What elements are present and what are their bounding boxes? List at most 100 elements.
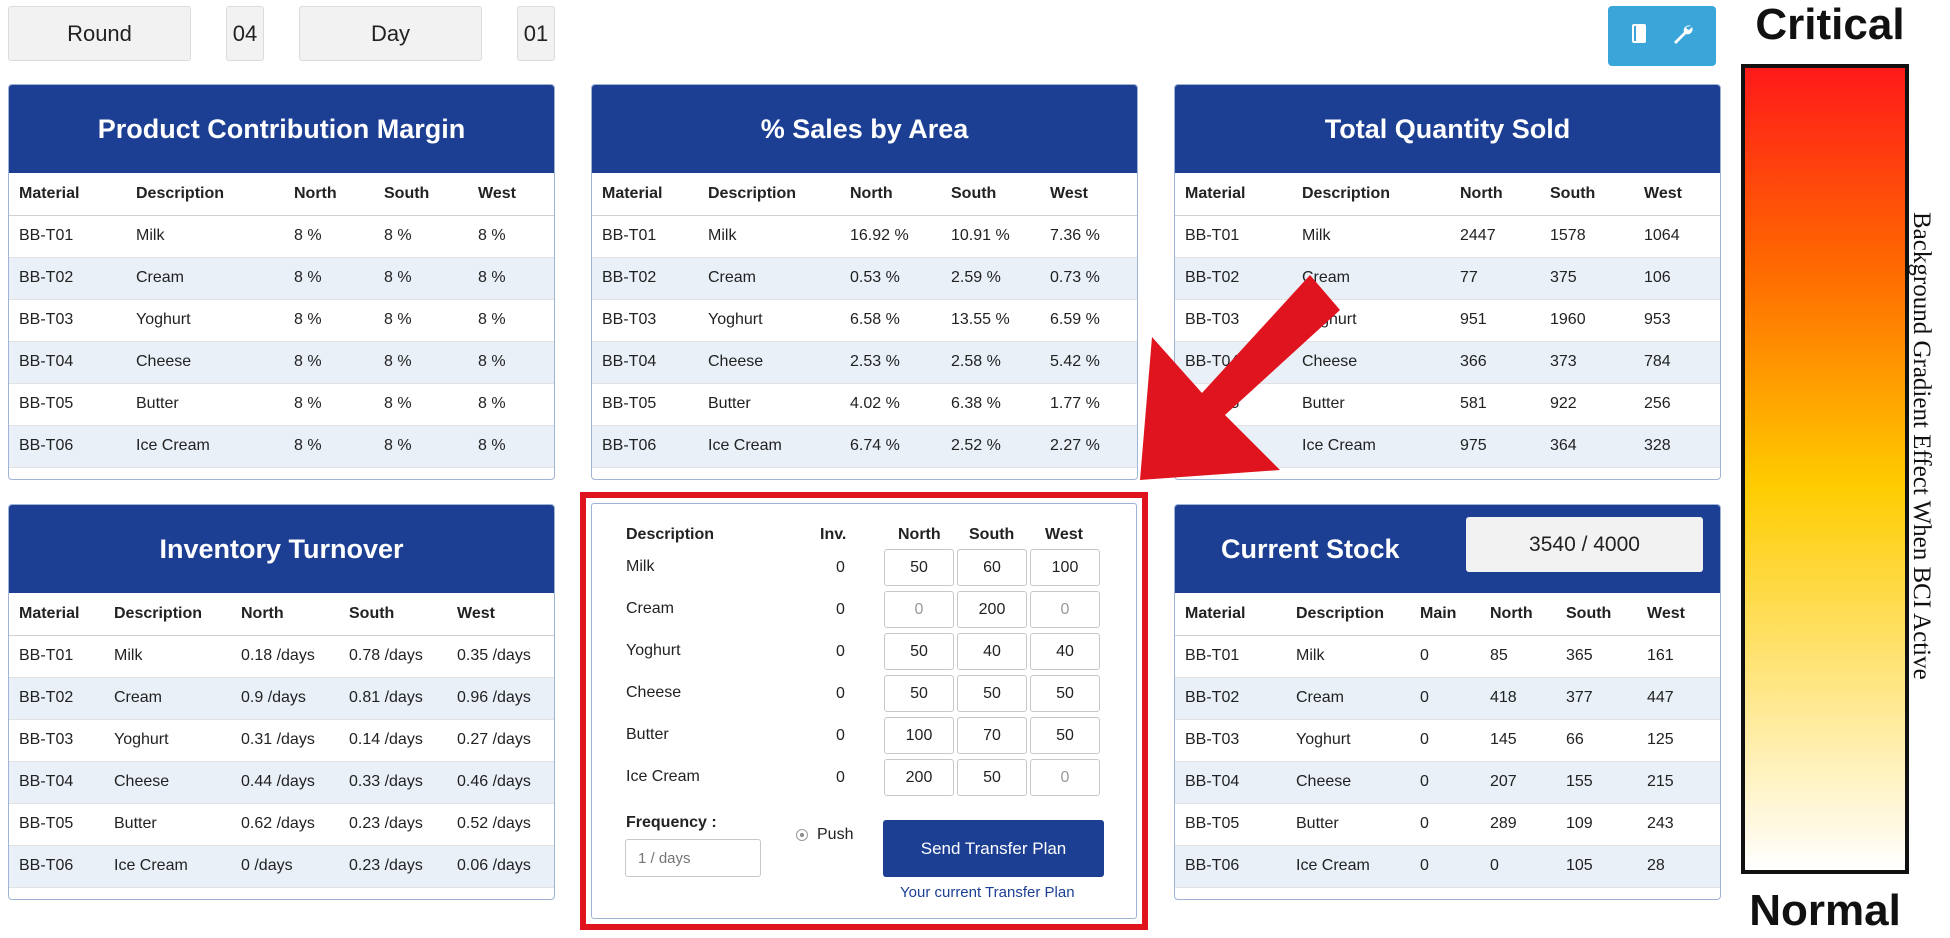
cell: 8 % [468,215,554,258]
current-stock-panel: Current Stock 3540 / 4000 Material Descr… [1174,504,1721,900]
col-header: Description [698,173,840,216]
cell: 109 [1556,803,1637,846]
cell: Yoghurt [1286,719,1410,762]
cell: 0.27 /days [447,719,554,762]
cell: BB-T03 [9,299,126,342]
cell: 6.59 % [1040,299,1137,342]
col-header: West [1637,593,1720,636]
cell: 66 [1556,719,1637,762]
cell: 77 [1450,257,1540,300]
transfer-input-north[interactable]: 200 [884,759,954,796]
col-header: Material [592,173,698,216]
cell: Ice Cream [1286,845,1410,888]
cell: Ice Cream [126,425,284,468]
cell: 155 [1556,761,1637,804]
cell: BB-T02 [9,257,126,300]
push-radio[interactable] [796,829,808,841]
table-row: BB-T02 Cream 0 418 377 447 [1175,677,1720,720]
transfer-input-south[interactable]: 60 [957,549,1027,586]
cell: 8 % [284,215,374,258]
transfer-item-inv: 0 [836,685,845,702]
cell: 0.52 /days [447,803,554,846]
cell: 0.62 /days [231,803,339,846]
frequency-input[interactable] [625,839,761,877]
transfer-input-west[interactable]: 40 [1030,633,1100,670]
col-header: South [1540,173,1634,216]
cell: 28 [1637,845,1720,888]
cell: BB-T02 [9,677,104,720]
transfer-item-name: Butter [626,726,669,743]
col-header: South [1556,593,1637,636]
normal-label: Normal [1749,886,1901,935]
cell: Milk [126,215,284,258]
cell: 145 [1480,719,1556,762]
day-value: 01 [517,6,555,61]
current-transfer-plan-link[interactable]: Your current Transfer Plan [900,884,1075,901]
col-header: North [284,173,374,216]
cell: 0.35 /days [447,635,554,678]
cell: Yoghurt [126,299,284,342]
col-header: Material [9,173,126,216]
col-header: South [339,593,447,636]
red-arrow-icon [1140,275,1340,480]
cell: 2.59 % [941,257,1040,300]
transfer-input-south[interactable]: 200 [957,591,1027,628]
wrench-icon[interactable] [1671,22,1695,51]
cell: 256 [1634,383,1720,426]
transfer-input-west[interactable]: 100 [1030,549,1100,586]
cell: BB-T05 [1175,803,1286,846]
table-row: BB-T05 Butter 4.02 % 6.38 % 1.77 % [592,383,1137,426]
transfer-input-west[interactable]: 0 [1030,591,1100,628]
gradient-caption: Background Gradient Effect When BCI Acti… [1908,212,1935,680]
transfer-item-name: Yoghurt [626,642,681,659]
transfer-input-south[interactable]: 40 [957,633,1027,670]
cell: 0 [1480,845,1556,888]
cell: BB-T01 [1175,215,1292,258]
cell: 8 % [284,299,374,342]
tools-button-group[interactable] [1608,6,1716,66]
cell: BB-T02 [592,257,698,300]
col-header-west: West [1045,526,1083,543]
cell: 243 [1637,803,1720,846]
transfer-input-north[interactable]: 0 [884,591,954,628]
cell: 105 [1556,845,1637,888]
transfer-input-west[interactable]: 50 [1030,717,1100,754]
cell: 375 [1540,257,1634,300]
cell: 581 [1450,383,1540,426]
transfer-input-south[interactable]: 50 [957,675,1027,712]
transfer-input-south[interactable]: 50 [957,759,1027,796]
table-row: BB-T06 Ice Cream 0 /days 0.23 /days 0.06 /da… [9,845,554,888]
col-header-description: Description [626,526,715,543]
cell: 0.06 /days [447,845,554,888]
send-transfer-plan-button[interactable]: Send Transfer Plan [883,820,1104,877]
cell: BB-T03 [1175,719,1286,762]
turnover-table: Material Description North South West BB… [9,593,554,888]
cell: 8 % [284,383,374,426]
cell: 0.14 /days [339,719,447,762]
transfer-input-north[interactable]: 100 [884,717,954,754]
transfer-input-north[interactable]: 50 [884,549,954,586]
cell: BB-T06 [9,845,104,888]
cell: 8 % [468,341,554,384]
col-header: West [1040,173,1137,216]
cell: Cream [126,257,284,300]
table-row: BB-T06 Ice Cream 0 0 105 28 [1175,845,1720,888]
transfer-item-name: Cream [626,600,675,617]
cell: 0 [1410,719,1480,762]
cell: 16.92 % [840,215,941,258]
cell: Ice Cream [698,425,840,468]
cell: BB-T05 [9,383,126,426]
cell: Cheese [698,341,840,384]
panel-title: Total Quantity Sold [1175,85,1720,173]
transfer-input-west[interactable]: 0 [1030,759,1100,796]
transfer-input-south[interactable]: 70 [957,717,1027,754]
frequency-label: Frequency : [626,814,717,831]
cell: 922 [1540,383,1634,426]
transfer-input-north[interactable]: 50 [884,633,954,670]
cell: Milk [1292,215,1450,258]
transfer-input-west[interactable]: 50 [1030,675,1100,712]
cell: 0.96 /days [447,677,554,720]
book-icon[interactable] [1629,22,1649,51]
cell: 289 [1480,803,1556,846]
transfer-input-north[interactable]: 50 [884,675,954,712]
